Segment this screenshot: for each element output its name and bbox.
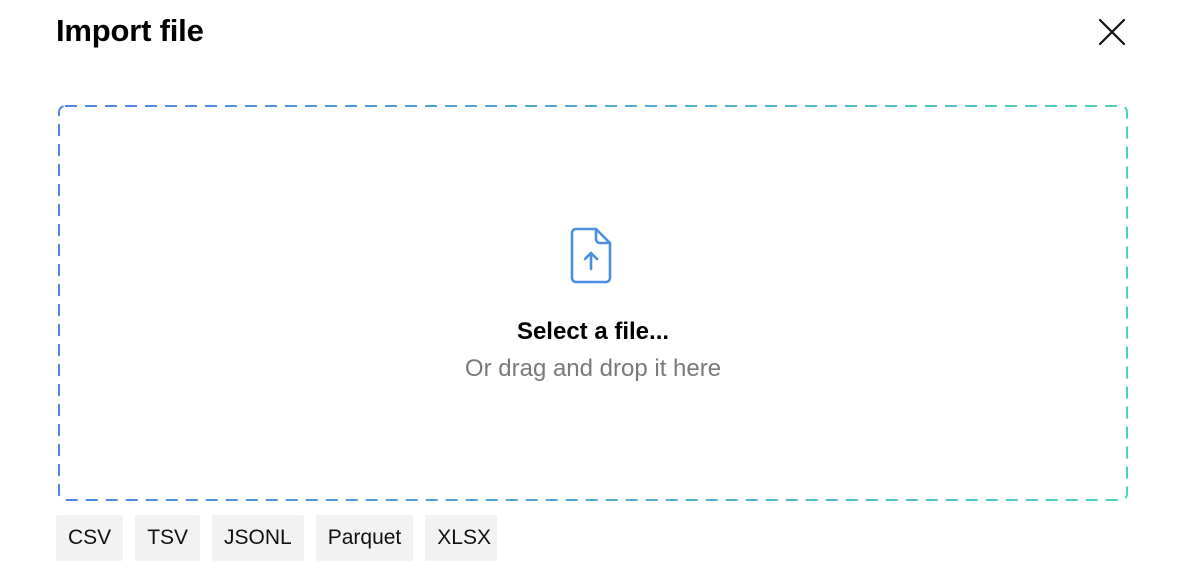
close-icon <box>1098 18 1126 46</box>
format-chip-xlsx: XLSX <box>425 515 497 561</box>
dropzone-subtitle: Or drag and drop it here <box>464 355 722 382</box>
dropzone-title[interactable]: Select a file... <box>58 316 1128 348</box>
file-dropzone[interactable]: Select a file... Or drag and drop it her… <box>58 105 1128 501</box>
file-upload-icon <box>570 227 612 284</box>
close-button[interactable] <box>1092 12 1132 52</box>
format-chip-parquet: Parquet <box>315 515 414 561</box>
format-chip-csv: CSV <box>56 515 124 561</box>
import-file-dialog: Import file Select a file... Or drag and… <box>0 0 1182 585</box>
format-chip-tsv: TSV <box>135 515 201 561</box>
format-chip-jsonl: JSONL <box>212 515 304 561</box>
dialog-title: Import file <box>56 13 204 48</box>
supported-formats: CSV TSV JSONL Parquet XLSX <box>56 515 497 561</box>
